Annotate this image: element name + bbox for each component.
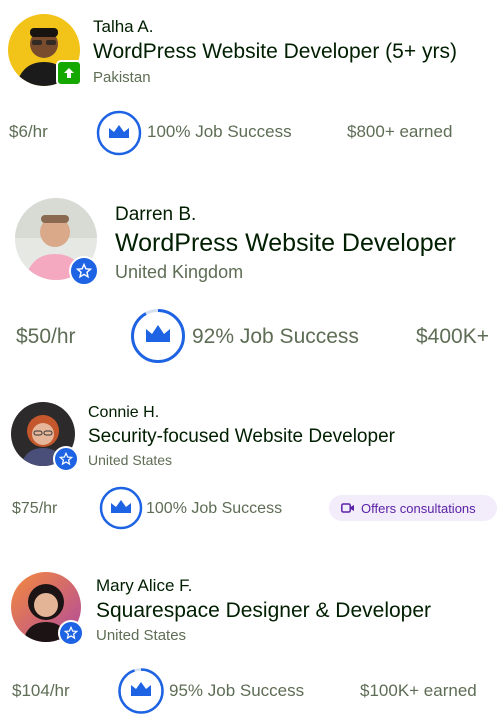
avatar[interactable] (8, 14, 82, 86)
hourly-rate: $50/hr (16, 325, 76, 348)
crown-icon (111, 500, 131, 513)
hourly-rate: $75/hr (12, 500, 58, 517)
freelancer-name[interactable]: Talha A. (93, 17, 154, 37)
job-success-ring (131, 309, 185, 363)
offers-consultations-label: Offers consultations (361, 500, 476, 516)
job-success-label: 100% Job Success (146, 500, 283, 517)
avatar[interactable] (11, 572, 84, 646)
freelancer-card[interactable]: Mary Alice F. Squarespace Designer & Dev… (0, 560, 500, 723)
job-success-label: 100% Job Success (147, 122, 292, 141)
hourly-rate: $104/hr (12, 681, 70, 700)
avatar[interactable] (15, 198, 99, 286)
offers-consultations-badge[interactable]: Offers consultations (329, 495, 497, 521)
freelancer-title[interactable]: Security-focused Website Developer (88, 426, 395, 448)
avatar[interactable] (11, 402, 79, 472)
freelancer-country: Pakistan (93, 69, 151, 86)
rising-talent-arrow-icon (64, 68, 74, 78)
top-rated-star-icon (59, 452, 73, 466)
freelancer-name[interactable]: Darren B. (115, 204, 196, 226)
top-rated-badge (69, 256, 99, 286)
job-success-ring (96, 110, 142, 156)
freelancer-title[interactable]: Squarespace Designer & Developer (96, 599, 431, 623)
freelancer-card[interactable]: Connie H. Security-focused Website Devel… (0, 390, 500, 540)
freelancer-card[interactable]: Talha A. WordPress Website Developer (5+… (0, 0, 500, 170)
total-earned: $100K+ earned (360, 681, 477, 700)
total-earned: $800+ earned (347, 122, 453, 141)
freelancer-country: United States (96, 627, 187, 644)
freelancer-name[interactable]: Connie H. (88, 404, 159, 422)
video-camera-icon (341, 503, 354, 513)
crown-icon (109, 125, 129, 138)
job-success-label: 95% Job Success (169, 681, 305, 700)
job-success-ring (118, 668, 164, 714)
top-rated-star-icon (76, 263, 92, 279)
hourly-rate: $6/hr (9, 122, 48, 141)
freelancer-name[interactable]: Mary Alice F. (96, 576, 192, 596)
top-rated-badge (58, 620, 84, 646)
top-rated-star-icon (64, 626, 78, 640)
freelancer-country: United Kingdom (115, 262, 244, 282)
crown-icon (146, 325, 170, 342)
job-success-ring (99, 486, 143, 530)
freelancer-card[interactable]: Darren B. WordPress Website Developer Un… (0, 185, 500, 375)
freelancer-title[interactable]: WordPress Website Developer (115, 229, 456, 258)
freelancer-title[interactable]: WordPress Website Developer (5+ yrs) (93, 40, 457, 64)
total-earned: $400K+ (416, 325, 489, 348)
job-success-label: 92% Job Success (192, 325, 359, 348)
rising-talent-badge (56, 60, 82, 86)
top-rated-badge (53, 446, 79, 472)
freelancer-country: United States (88, 452, 173, 468)
crown-icon (131, 682, 151, 696)
